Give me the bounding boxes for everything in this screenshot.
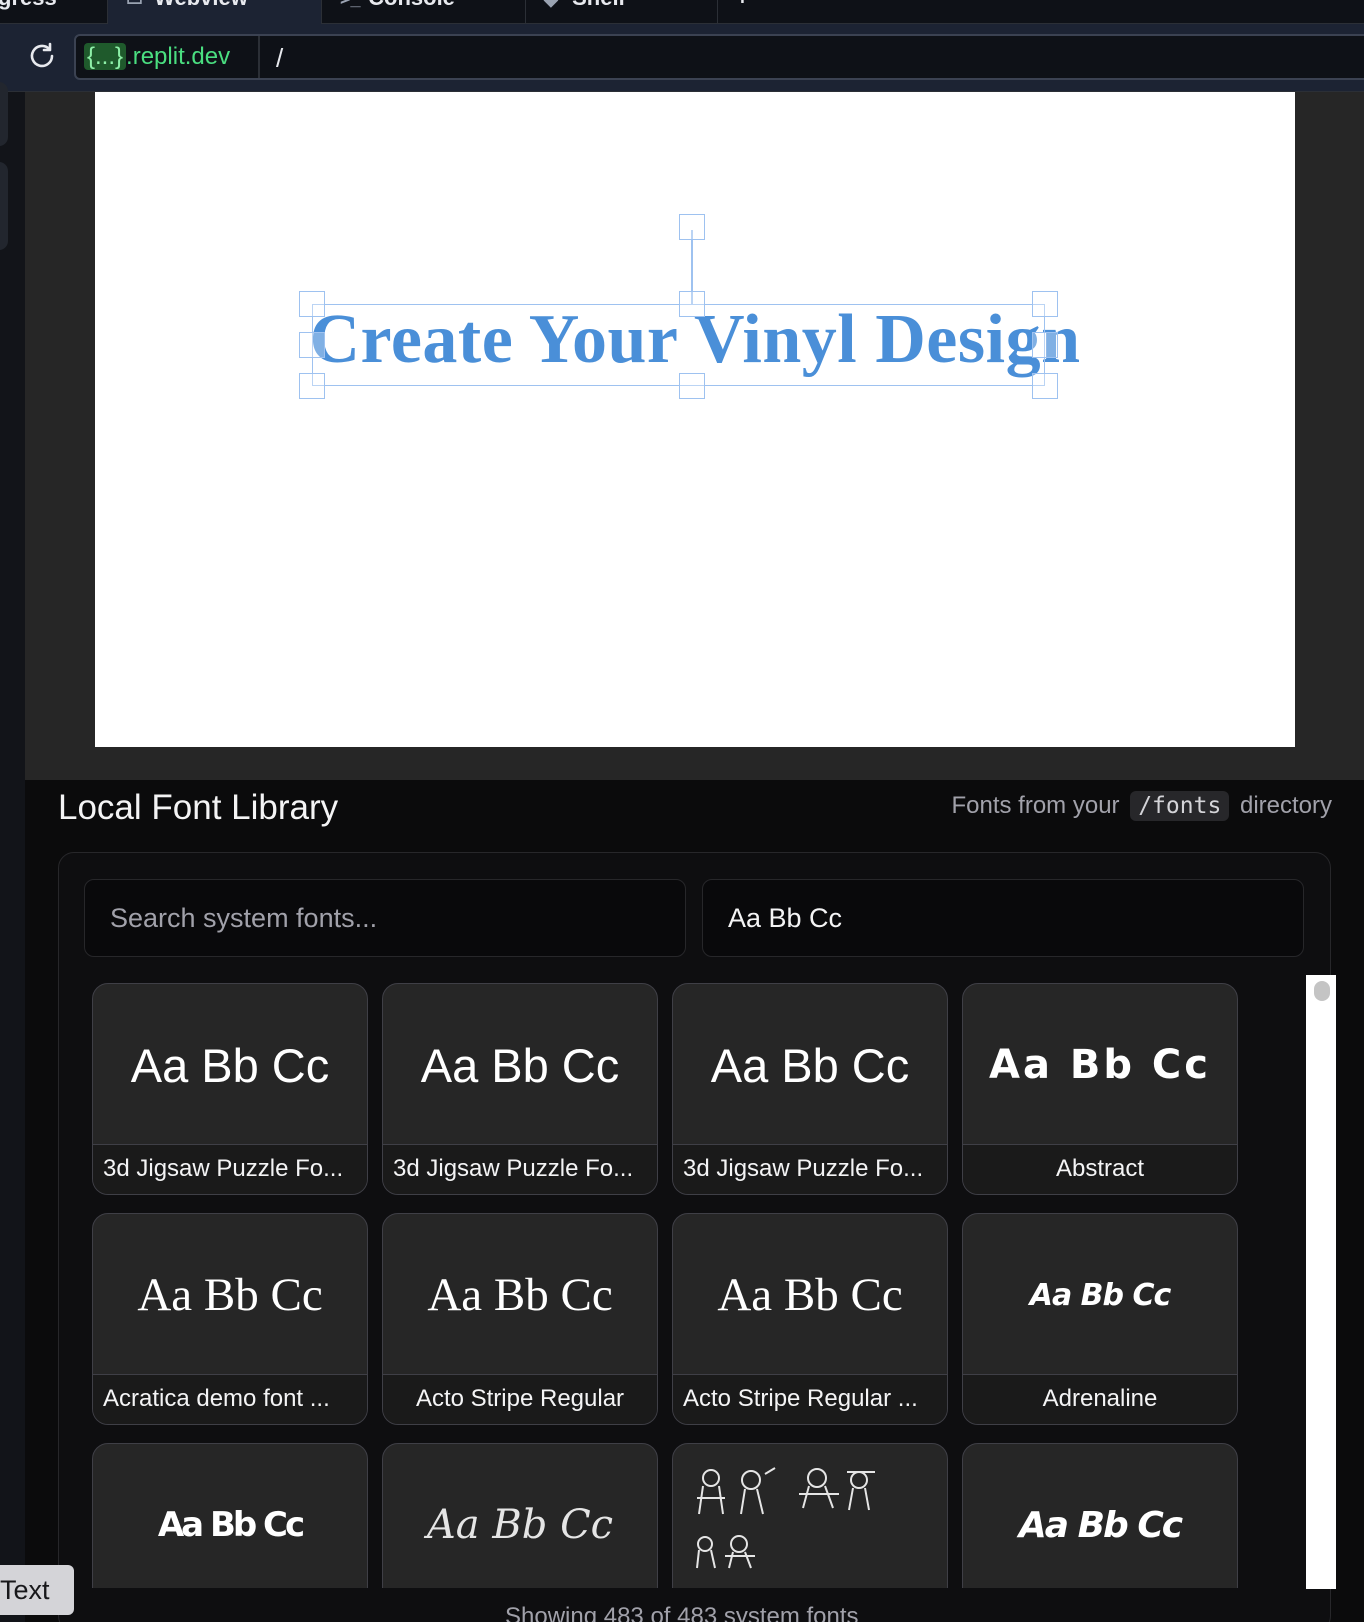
resize-handle-top-right[interactable]	[1032, 291, 1058, 317]
tab-label: Webview	[154, 0, 248, 10]
tab-bar: gress ▭ Webview >_ Console ◆ Shell +	[0, 0, 1364, 24]
rotate-handle[interactable]	[679, 214, 705, 240]
font-name: Acto Stripe Regular	[383, 1374, 657, 1424]
font-grid: Aa Bb Cc 3d Jigsaw Puzzle Fo... Aa Bb Cc…	[92, 983, 1242, 1588]
font-preview: Aa Bb Cc	[717, 1269, 903, 1321]
tab-shell[interactable]: ◆ Shell	[526, 0, 718, 24]
panel-note: Fonts from your /fonts directory	[951, 791, 1332, 821]
font-tile[interactable]: Aa Bb Cc Adrenaline	[962, 1213, 1238, 1425]
resize-handle-bottom-left[interactable]	[299, 373, 325, 399]
font-preview: Aa Bb Cc	[1029, 1277, 1172, 1313]
font-library-panel: Local Font Library Fonts from your /font…	[25, 780, 1364, 1622]
font-preview: Aa Bb Cc	[427, 1269, 613, 1321]
plus-icon: +	[736, 0, 749, 10]
canvas-area: Create Your Vinyl Design	[25, 92, 1364, 780]
font-name: 3d Jigsaw Puzzle Fo...	[673, 1144, 947, 1194]
font-tile[interactable]: Aa Bb Cc Acratica demo font ...	[92, 1213, 368, 1425]
font-name: Abstract	[963, 1144, 1237, 1194]
terminal-icon: >_	[340, 0, 362, 11]
font-search-input[interactable]: Search system fonts...	[84, 879, 686, 957]
font-preview: Aa Bb Cc	[710, 1038, 910, 1092]
font-name: Adrenaline	[963, 1374, 1237, 1424]
font-name: Acratica demo font ...	[93, 1374, 367, 1424]
monitor-icon: ▭	[126, 0, 148, 11]
font-name: 3d Jigsaw Puzzle Fo...	[93, 1144, 367, 1194]
url-bracket: {...}	[84, 43, 127, 70]
font-grid-scrollbar[interactable]	[1306, 975, 1336, 1589]
tab-label: gress	[0, 0, 57, 10]
font-name: Acto Stripe Regular ...	[673, 1374, 947, 1424]
tab-label: Shell	[572, 0, 625, 10]
gutter-handle[interactable]	[0, 82, 8, 146]
gutter-handle[interactable]	[0, 162, 8, 250]
font-preview: Aa Bb Cc	[426, 1502, 614, 1548]
shell-icon: ◆	[544, 0, 566, 11]
font-tile[interactable]: Aa Bb Cc	[962, 1443, 1238, 1588]
font-preview: Aa Bb Cc	[157, 1505, 305, 1545]
font-tile[interactable]: Aa Bb Cc Abstract	[962, 983, 1238, 1195]
font-tile[interactable]	[672, 1443, 948, 1588]
font-preview	[673, 1444, 947, 1588]
font-tile[interactable]: Aa Bb Cc Acto Stripe Regular ...	[672, 1213, 948, 1425]
note-prefix: Fonts from your	[951, 792, 1120, 819]
font-tile[interactable]: Aa Bb Cc	[92, 1443, 368, 1588]
url-path: /	[276, 43, 284, 73]
font-browser-card: Search system fonts... Aa Bb Cc Aa Bb Cc…	[58, 852, 1336, 1622]
left-gutter	[0, 82, 25, 1622]
tab-progress[interactable]: gress	[0, 0, 108, 24]
font-tile[interactable]: Aa Bb Cc	[382, 1443, 658, 1588]
note-suffix: directory	[1239, 792, 1332, 819]
font-tile[interactable]: Aa Bb Cc 3d Jigsaw Puzzle Fo...	[382, 983, 658, 1195]
doodle-glyphs-icon	[696, 1467, 875, 1569]
font-preview: Aa Bb Cc	[420, 1038, 620, 1092]
font-tile[interactable]: Aa Bb Cc 3d Jigsaw Puzzle Fo...	[92, 983, 368, 1195]
resize-handle-bottom-right[interactable]	[1032, 373, 1058, 399]
design-canvas[interactable]: Create Your Vinyl Design	[95, 92, 1295, 747]
panel-title: Local Font Library	[58, 788, 339, 827]
font-preview: Aa Bb Cc	[989, 1042, 1211, 1088]
resize-handle-left[interactable]	[299, 332, 325, 358]
app-root: gress ▭ Webview >_ Console ◆ Shell + {..…	[0, 0, 1364, 1622]
address-bar: {...} .replit.dev /	[0, 24, 1364, 92]
font-preview: Aa Bb Cc	[137, 1269, 323, 1321]
fonts-directory-code: /fonts	[1130, 791, 1230, 821]
add-text-button[interactable]: Text	[0, 1565, 74, 1615]
tab-webview[interactable]: ▭ Webview	[108, 0, 322, 24]
resize-handle-top-left[interactable]	[299, 291, 325, 317]
tab-console[interactable]: >_ Console	[322, 0, 526, 24]
url-divider	[258, 36, 260, 78]
url-domain: .replit.dev	[126, 43, 231, 70]
url-host: {...} .replit.dev	[84, 43, 230, 73]
font-tile[interactable]: Aa Bb Cc Acto Stripe Regular	[382, 1213, 658, 1425]
font-preview: Aa Bb Cc	[1018, 1504, 1183, 1546]
tab-label: Console	[368, 0, 455, 10]
font-count-status: Showing 483 of 483 system fonts	[505, 1603, 859, 1622]
resize-handle-right[interactable]	[1032, 332, 1058, 358]
url-input[interactable]: {...} .replit.dev /	[74, 34, 1364, 80]
add-tab-button[interactable]: +	[718, 0, 778, 24]
font-preview: Aa Bb Cc	[130, 1038, 330, 1092]
sample-text-input[interactable]: Aa Bb Cc	[702, 879, 1304, 957]
reload-icon[interactable]	[26, 40, 58, 72]
resize-handle-bottom[interactable]	[679, 373, 705, 399]
font-name: 3d Jigsaw Puzzle Fo...	[383, 1144, 657, 1194]
scrollbar-thumb[interactable]	[1314, 981, 1330, 1001]
font-tile[interactable]: Aa Bb Cc 3d Jigsaw Puzzle Fo...	[672, 983, 948, 1195]
resize-handle-top[interactable]	[679, 291, 705, 317]
